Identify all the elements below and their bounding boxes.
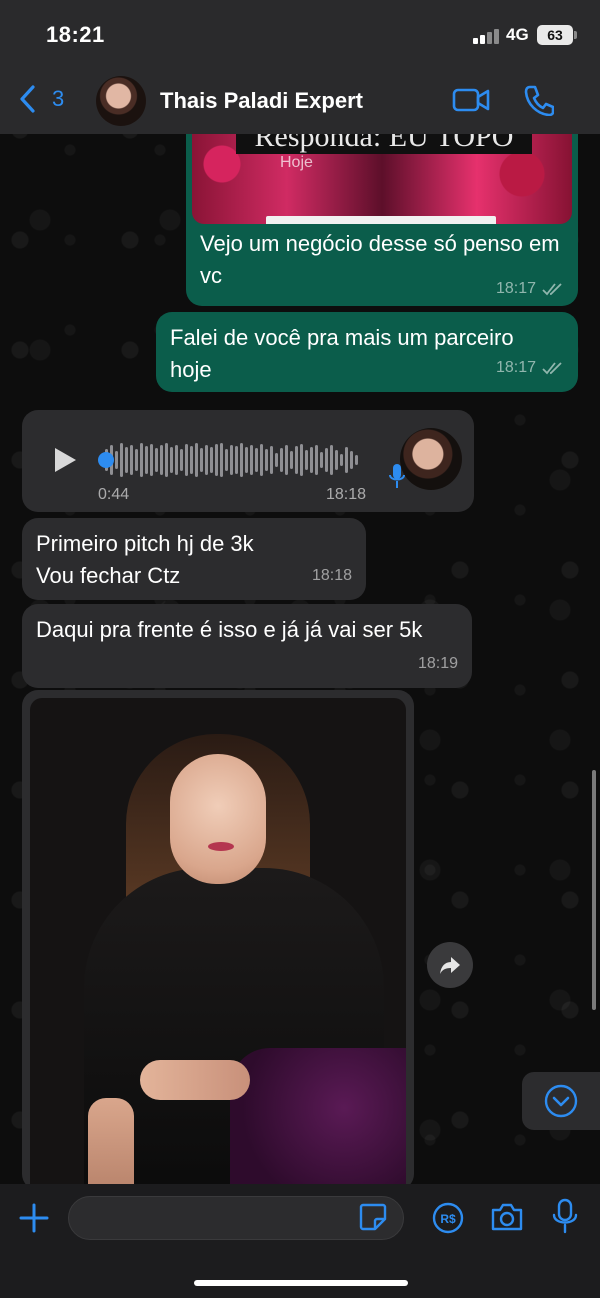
voice-duration: 0:44 <box>98 486 130 503</box>
outgoing-text-message[interactable]: Falei de você pra mais um parceiro hoje … <box>156 312 578 392</box>
message-meta: 18:18 <box>312 560 352 592</box>
message-text: Falei de você pra mais um parceiro hoje <box>170 325 514 382</box>
microphone-icon[interactable] <box>552 1198 578 1234</box>
phone-icon[interactable] <box>524 84 554 116</box>
message-time: 18:17 <box>495 280 536 297</box>
photo-arm <box>88 1098 134 1190</box>
forward-button[interactable] <box>427 942 473 988</box>
sender-avatar <box>400 428 462 490</box>
camera-icon[interactable] <box>490 1202 524 1232</box>
cellular-signal-icon <box>473 28 501 44</box>
chat-nav-bar: 3 Thais Paladi Expert <box>0 70 600 134</box>
scroll-to-bottom-button[interactable] <box>522 1072 600 1130</box>
status-time: 18:21 <box>46 22 105 47</box>
chat-header: 18:21 4G 63 3 Thais Paladi Expert <box>0 0 600 134</box>
photo-hand <box>140 1060 250 1100</box>
unread-count: 3 <box>52 86 65 111</box>
outgoing-image-message[interactable]: Responda: EU TOPO Hoje Vejo um negócio d… <box>186 124 578 306</box>
incoming-image-message[interactable] <box>22 690 414 1190</box>
battery-level: 63 <box>547 27 563 43</box>
incoming-text-message[interactable]: Daqui pra frente é isso e já já vai ser … <box>22 604 472 688</box>
shared-image[interactable]: Responda: EU TOPO Hoje <box>192 124 572 224</box>
microphone-icon <box>389 464 405 488</box>
pix-payment-icon[interactable]: R$ <box>432 1202 464 1234</box>
svg-text:R$: R$ <box>440 1212 456 1226</box>
play-icon[interactable] <box>52 446 78 474</box>
chevron-left-icon <box>20 85 35 113</box>
message-time: 18:19 <box>417 655 458 672</box>
message-time: 18:18 <box>326 486 367 503</box>
photo-lips <box>208 842 234 851</box>
sticker-icon[interactable] <box>358 1202 388 1232</box>
image-label: Hoje <box>280 154 313 171</box>
plus-icon[interactable] <box>18 1202 50 1234</box>
incoming-text-message[interactable]: Primeiro pitch hj de 3k Vou fechar Ctz 1… <box>22 518 366 600</box>
back-button[interactable]: 3 <box>18 84 64 114</box>
contact-avatar[interactable] <box>96 76 146 126</box>
status-bar: 18:21 4G 63 <box>0 0 600 70</box>
voice-waveform[interactable] <box>100 440 380 480</box>
message-meta: 18:17 <box>496 280 564 298</box>
photo-face <box>170 754 266 884</box>
home-indicator[interactable] <box>194 1280 408 1286</box>
message-input-bar: R$ <box>0 1184 600 1298</box>
shared-photo[interactable] <box>30 698 406 1190</box>
image-bar <box>266 216 496 224</box>
video-call-icon[interactable] <box>452 86 490 114</box>
contact-name[interactable]: Thais Paladi Expert <box>160 88 363 114</box>
scroll-indicator[interactable] <box>592 770 596 1010</box>
message-time: 18:17 <box>495 359 536 376</box>
read-receipt-icon <box>542 283 562 296</box>
photo-chair <box>230 1048 406 1190</box>
message-meta: 18:17 <box>496 352 564 384</box>
battery-icon: 63 <box>537 25 577 45</box>
message-meta: 18:19 <box>418 648 458 680</box>
message-text: Daqui pra frente é isso e já já vai ser … <box>36 617 423 642</box>
chevron-down-circle-icon <box>544 1084 578 1118</box>
read-receipt-icon <box>542 362 562 375</box>
message-input[interactable] <box>68 1196 404 1240</box>
network-type: 4G <box>506 25 529 44</box>
incoming-voice-message[interactable]: 0:44 18:18 <box>22 410 474 512</box>
message-time: 18:18 <box>311 567 352 584</box>
playback-position-handle[interactable] <box>98 452 114 468</box>
forward-icon <box>440 957 460 974</box>
message-text: Primeiro pitch hj de 3k Vou fechar Ctz <box>36 531 254 588</box>
